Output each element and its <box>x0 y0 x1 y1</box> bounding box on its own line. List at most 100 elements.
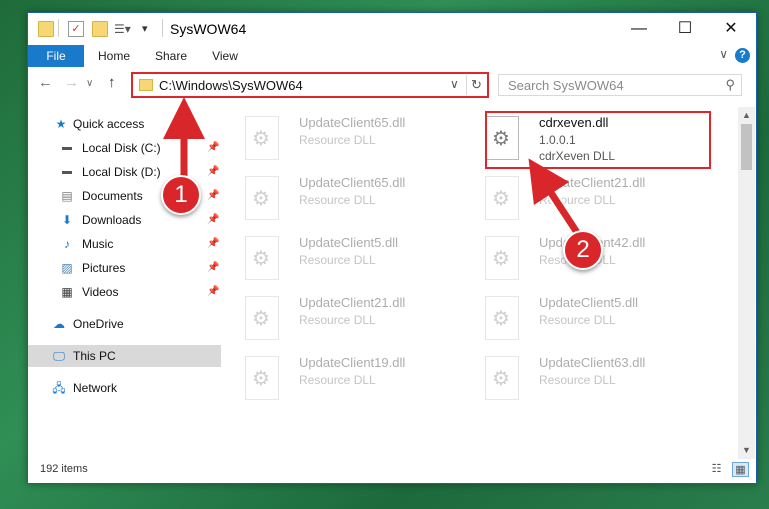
dll-file-icon: ⚙ <box>245 176 279 220</box>
dll-file-icon: ⚙ <box>245 296 279 340</box>
refresh-icon[interactable]: ↻ <box>466 75 486 95</box>
sidebar-item-label: Quick access <box>73 117 145 131</box>
file-item[interactable]: ⚙ UpdateClient5.dll Resource DLL <box>471 293 701 349</box>
close-button[interactable]: ✕ <box>708 13 754 45</box>
file-item[interactable]: ⚙ UpdateClient5.dll Resource DLL <box>231 233 461 289</box>
file-name: UpdateClient21.dll <box>299 295 406 310</box>
sidebar-item-quick-access[interactable]: ★ Quick access <box>28 113 221 135</box>
pin-icon[interactable]: 📌 <box>207 137 219 159</box>
file-list: ⚙ UpdateClient65.dll Resource DLL ⚙ cdrx… <box>231 107 736 457</box>
address-row: ← → ∨ ↑ C:\Windows\SysWOW64 ∨ ↻ Search S… <box>28 71 756 101</box>
navigation-pane: ★ Quick access ▬ Local Disk (C:) 📌 ▬ Loc… <box>28 109 221 459</box>
dll-file-icon: ⚙ <box>245 116 279 160</box>
sidebar-item-label: OneDrive <box>73 317 124 331</box>
sidebar-item-label: Local Disk (D:) <box>82 165 161 179</box>
dll-file-icon: ⚙ <box>245 236 279 280</box>
documents-icon: ▤ <box>61 189 73 203</box>
folder-icon <box>139 79 153 91</box>
file-name: UpdateClient63.dll <box>539 355 646 370</box>
search-input[interactable]: Search SysWOW64 ⚲ <box>498 74 742 96</box>
computer-icon: 🖵 <box>53 349 65 363</box>
recent-chevron-icon[interactable]: ∨ <box>86 78 93 89</box>
file-type: Resource DLL <box>539 373 616 387</box>
new-folder-icon[interactable] <box>92 21 108 37</box>
maximize-button[interactable]: ☐ <box>662 13 708 45</box>
file-item[interactable]: ⚙ UpdateClient65.dll Resource DLL <box>231 173 461 229</box>
scroll-up-icon[interactable]: ▲ <box>738 107 755 124</box>
sidebar-item-label: Downloads <box>82 213 142 227</box>
sidebar-item-pictures[interactable]: ▨ Pictures 📌 <box>28 257 221 279</box>
minimize-button[interactable]: — <box>616 13 662 45</box>
pin-icon[interactable]: 📌 <box>207 185 219 207</box>
sidebar-item-network[interactable]: 🖧 Network <box>28 377 221 399</box>
tab-file[interactable]: File <box>28 45 84 67</box>
scroll-thumb[interactable] <box>741 124 752 170</box>
star-icon: ★ <box>55 117 67 131</box>
pin-icon[interactable]: 📌 <box>207 233 219 255</box>
customize-toolbar-icon[interactable]: ☰▾ <box>114 21 131 37</box>
scroll-down-icon[interactable]: ▼ <box>738 442 755 459</box>
sidebar-item-label: Videos <box>82 285 119 299</box>
cloud-icon: ☁ <box>53 317 65 331</box>
file-name: UpdateClient5.dll <box>539 295 639 310</box>
dll-file-icon: ⚙ <box>485 356 519 400</box>
chevron-down-icon[interactable]: ▾ <box>142 21 158 37</box>
sidebar-item-downloads[interactable]: ⬇ Downloads 📌 <box>28 209 221 231</box>
up-arrow-icon[interactable]: ↑ <box>108 74 116 91</box>
sidebar-item-label: Local Disk (C:) <box>82 141 161 155</box>
pin-icon[interactable]: 📌 <box>207 161 219 183</box>
file-item[interactable]: ⚙ UpdateClient21.dll Resource DLL <box>231 293 461 349</box>
sidebar-item-local-disk-c[interactable]: ▬ Local Disk (C:) 📌 <box>28 137 221 159</box>
sidebar-item-label: Pictures <box>82 261 126 275</box>
status-bar: 192 items ☷ ▦ <box>28 459 756 484</box>
pictures-icon: ▨ <box>61 261 73 275</box>
large-icons-view-icon[interactable]: ▦ <box>732 462 749 477</box>
sidebar-item-videos[interactable]: ▦ Videos 📌 <box>28 281 221 303</box>
file-type: Resource DLL <box>539 313 616 327</box>
folder-icon <box>38 21 54 37</box>
dll-file-icon: ⚙ <box>485 236 519 280</box>
vertical-scrollbar[interactable]: ▲ ▼ <box>738 107 755 459</box>
file-name: UpdateClient19.dll <box>299 355 406 370</box>
address-bar[interactable]: C:\Windows\SysWOW64 ∨ ↻ <box>131 72 489 98</box>
file-name: UpdateClient65.dll <box>299 115 406 130</box>
sidebar-item-label: Music <box>82 237 114 251</box>
pin-icon[interactable]: 📌 <box>207 257 219 279</box>
file-type: Resource DLL <box>539 193 616 207</box>
ribbon-tabs: File Home Share View ∨ ? <box>28 45 756 67</box>
dll-file-icon: ⚙ <box>485 176 519 220</box>
collapse-ribbon-icon[interactable]: ∨ <box>719 47 728 61</box>
tab-view[interactable]: View <box>202 45 248 67</box>
properties-icon[interactable]: ✓ <box>68 21 84 37</box>
tab-home[interactable]: Home <box>88 45 140 67</box>
file-item[interactable]: ⚙ UpdateClient19.dll Resource DLL <box>231 353 461 409</box>
file-explorer-window: ✓ ☰▾ ▾ SysWOW64 — ☐ ✕ File Home Share Vi… <box>27 12 757 484</box>
file-item[interactable]: ⚙ UpdateClient63.dll Resource DLL <box>471 353 701 409</box>
file-name: UpdateClient65.dll <box>299 175 406 190</box>
pin-icon[interactable]: 📌 <box>207 281 219 303</box>
help-icon[interactable]: ? <box>735 48 750 63</box>
details-view-icon[interactable]: ☷ <box>708 462 725 477</box>
file-item[interactable]: ⚙ UpdateClient65.dll Resource DLL <box>231 113 461 169</box>
file-item[interactable]: ⚙ UpdateClient21.dll Resource DLL <box>471 173 701 229</box>
sidebar-item-onedrive[interactable]: ☁ OneDrive <box>28 313 221 335</box>
file-name: UpdateClient21.dll <box>539 175 646 190</box>
sidebar-item-music[interactable]: ♪ Music 📌 <box>28 233 221 255</box>
search-placeholder: Search SysWOW64 <box>508 78 624 93</box>
sidebar-item-this-pc[interactable]: 🖵 This PC <box>28 345 221 367</box>
videos-icon: ▦ <box>61 285 73 299</box>
callout-badge-1: 1 <box>161 175 201 215</box>
chevron-down-icon[interactable]: ∨ <box>450 77 459 91</box>
pin-icon[interactable]: 📌 <box>207 209 219 231</box>
sidebar-item-label: This PC <box>73 349 116 363</box>
file-type: Resource DLL <box>299 133 376 147</box>
window-title: SysWOW64 <box>170 21 247 37</box>
title-bar: ✓ ☰▾ ▾ SysWOW64 — ☐ ✕ <box>28 13 756 45</box>
download-icon: ⬇ <box>61 213 73 227</box>
tab-share[interactable]: Share <box>146 45 196 67</box>
back-arrow-icon[interactable]: ← <box>38 74 53 91</box>
drive-icon: ▬ <box>62 142 72 153</box>
forward-arrow-icon[interactable]: → <box>64 74 79 91</box>
highlight-box <box>485 111 711 169</box>
search-icon[interactable]: ⚲ <box>725 77 735 93</box>
